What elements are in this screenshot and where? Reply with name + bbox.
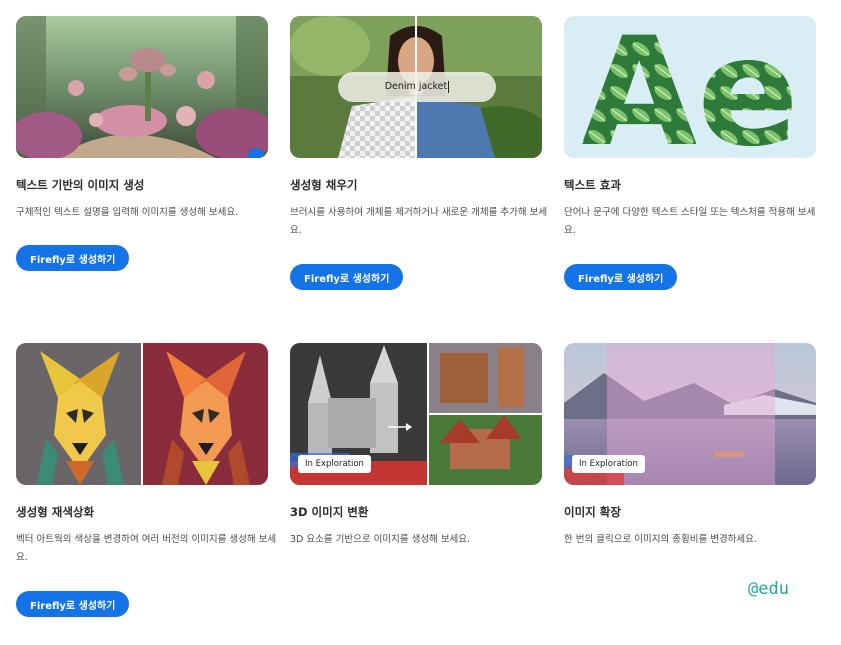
card-description: 벡터 아트웍의 색상을 변경하여 여러 버전의 이미지를 생성해 보세요. [16, 534, 277, 563]
prompt-input: Denim jacket [338, 72, 496, 102]
card-description: 한 번의 클릭으로 이미지의 종횡비를 변경하세요. [564, 534, 757, 545]
card-3d-to-image[interactable]: In Exploration 3D 이미지 변환 3D 요소를 기반으로 이미지… [290, 343, 542, 545]
low-poly-dog-image [16, 343, 268, 485]
card-title: 생성형 재색상화 [16, 505, 95, 519]
generate-with-firefly-button[interactable]: Firefly로 생성하기 [16, 245, 130, 271]
generate-with-firefly-button[interactable]: Firefly로 생성하기 [290, 264, 404, 290]
in-exploration-badge: In Exploration [572, 455, 645, 473]
card-generative-expand[interactable]: In Exploration 이미지 확장 한 번의 클릭으로 이미지의 종횡비… [564, 343, 816, 545]
card-title: 생성형 채우기 [290, 178, 358, 192]
card-description: 단어나 문구에 다양한 텍스트 스타일 또는 텍스처를 적용해 보세요. [564, 207, 816, 236]
card-generative-recolor[interactable]: 생성형 재색상화 벡터 아트웍의 색상을 변경하여 여러 버전의 이미지를 생성… [16, 343, 276, 617]
card-description: 3D 요소를 기반으로 이미지를 생성해 보세요. [290, 534, 471, 545]
card-title: 이미지 확장 [564, 505, 621, 519]
text-cursor [448, 80, 450, 93]
prompt-text: Denim jacket [384, 81, 448, 92]
3d-castle-image: In Exploration [290, 343, 542, 485]
leaf-letters-image: Ae [564, 16, 816, 158]
woman-denim-jacket-image: Denim jacket [290, 16, 542, 158]
lake-landscape-image: In Exploration [564, 343, 816, 485]
leaf-letters-text: Ae [581, 16, 799, 158]
card-description: 구체적인 텍스트 설명을 입력해 이미지를 생성해 보세요. [16, 207, 239, 218]
fantasy-garden-image [16, 16, 268, 158]
in-exploration-badge: In Exploration [298, 455, 371, 473]
watermark-text: @edu [748, 579, 789, 599]
card-text-effects[interactable]: Ae 텍스트 효과 단어나 문구에 다양한 텍스트 스타일 또는 텍스처를 적용… [564, 16, 816, 290]
generate-with-firefly-button[interactable]: Firefly로 생성하기 [564, 264, 678, 290]
card-text-to-image[interactable]: 텍스트 기반의 이미지 생성 구체적인 텍스트 설명을 입력해 이미지를 생성해… [16, 16, 268, 271]
card-description: 브러시를 사용하여 개체를 제거하거나 새로운 개체를 추가해 보세요. [290, 207, 548, 236]
card-title: 3D 이미지 변환 [290, 505, 369, 519]
card-generative-fill[interactable]: Denim jacket 생성형 채우기 브러시를 사용하여 개체를 제거하거나… [290, 16, 547, 290]
generate-with-firefly-button[interactable]: Firefly로 생성하기 [16, 591, 130, 617]
card-title: 텍스트 기반의 이미지 생성 [16, 178, 145, 192]
card-title: 텍스트 효과 [564, 178, 621, 192]
